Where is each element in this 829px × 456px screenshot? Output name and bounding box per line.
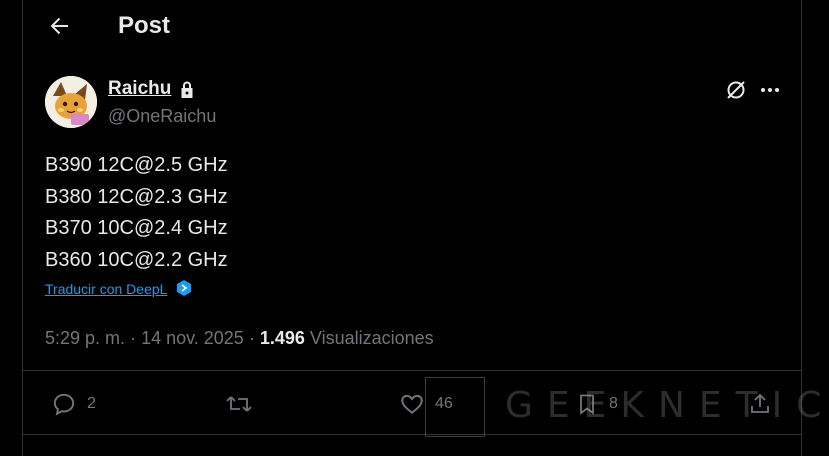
reply-count: 2 (87, 395, 96, 412)
repost-button[interactable] (225, 391, 263, 417)
bookmark-icon (580, 394, 594, 415)
bookmark-count: 8 (609, 395, 618, 412)
post-line: B360 10C@2.2 GHz (45, 248, 228, 271)
post-line: B370 10C@2.4 GHz (45, 217, 228, 239)
more-options-icon[interactable] (759, 79, 781, 101)
post-column: Post Raichu @OneRaichu B390 12C@2.5 GHz (22, 0, 802, 456)
post-text: B390 12C@2.5 GHz B380 12C@2.3 GHz B370 1… (45, 150, 228, 276)
views-count: 1.496 (259, 328, 305, 348)
like-button[interactable]: 46 (399, 391, 453, 417)
grok-icon[interactable] (725, 79, 747, 101)
separator: · (248, 328, 260, 348)
divider (23, 434, 801, 435)
post-line: B390 12C@2.5 GHz (45, 154, 228, 176)
author-handle[interactable]: @OneRaichu (108, 106, 216, 127)
lock-icon (181, 81, 193, 98)
post-line: B380 12C@2.3 GHz (45, 185, 228, 208)
back-arrow-icon[interactable] (47, 14, 71, 38)
heart-icon (401, 394, 423, 414)
author-name[interactable]: Raichu (108, 78, 171, 100)
share-icon (751, 393, 769, 413)
avatar[interactable] (45, 76, 97, 128)
translate-link[interactable]: Traducir con DeepL (45, 281, 167, 297)
bookmark-button[interactable]: 8 (575, 391, 618, 417)
post-time[interactable]: 5:29 p. m. (45, 328, 125, 348)
divider (23, 370, 801, 371)
share-button[interactable] (748, 391, 772, 417)
reply-icon (53, 393, 75, 416)
header: Post (23, 0, 801, 56)
views-label: Visualizaciones (309, 328, 434, 348)
deepl-icon (177, 280, 191, 296)
post-metadata: 5:29 p. m. · 14 nov. 2025 · 1.496 Visual… (45, 328, 434, 349)
raichu-avatar-icon (45, 76, 97, 128)
like-count: 46 (435, 395, 453, 412)
repost-icon (226, 396, 252, 412)
reply-button[interactable]: 2 (51, 391, 96, 417)
separator: · (130, 328, 142, 348)
page-title: Post (118, 12, 171, 39)
post-date[interactable]: 14 nov. 2025 (141, 328, 244, 348)
